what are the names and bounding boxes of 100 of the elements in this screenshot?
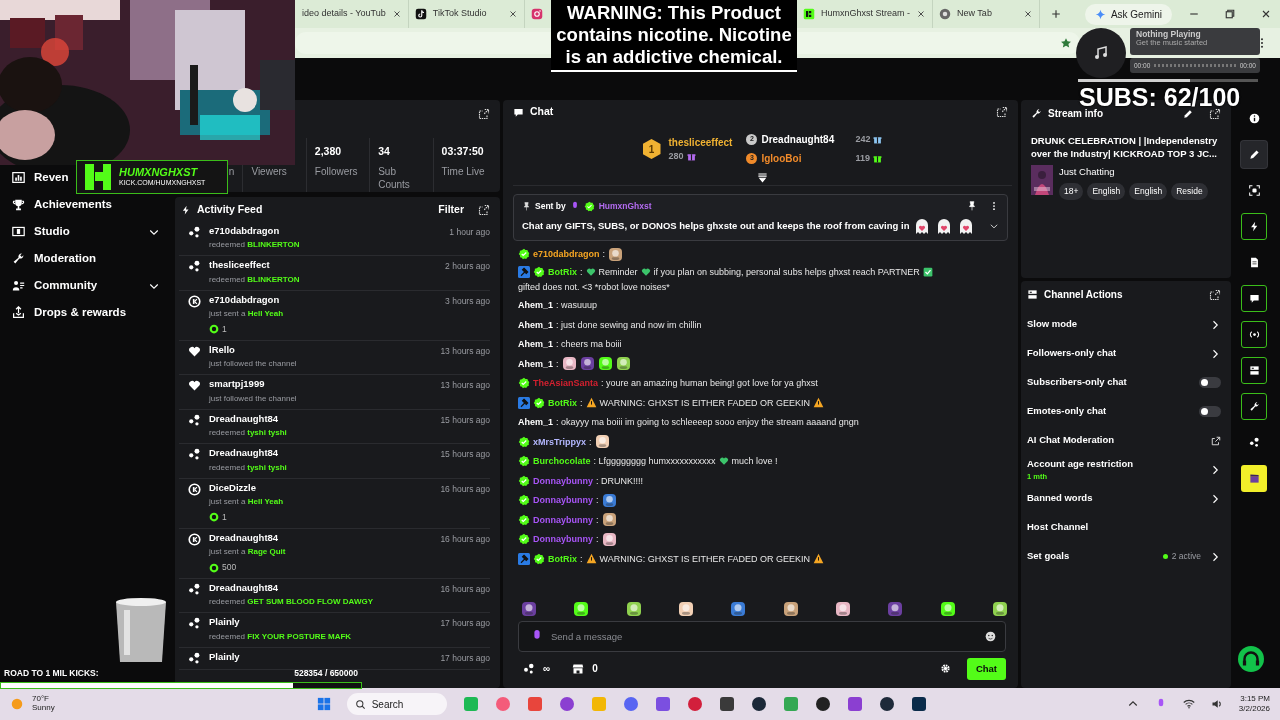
- restore-icon[interactable]: [1224, 8, 1236, 20]
- speaker-icon[interactable]: [1210, 698, 1223, 710]
- bookmark-star-icon[interactable]: [1060, 37, 1072, 49]
- taskbar-app-icon[interactable]: [814, 696, 831, 712]
- chat-send-button[interactable]: Chat: [966, 657, 1006, 680]
- chat-username[interactable]: Donnaybunny: [533, 494, 593, 507]
- channel-action-row[interactable]: Banned words: [1027, 484, 1221, 513]
- pencil-icon[interactable]: [1183, 108, 1193, 119]
- chat-username[interactable]: Ahem_1: [518, 318, 553, 331]
- tag-pill[interactable]: English: [1087, 182, 1126, 200]
- message-input[interactable]: Send a message: [518, 620, 1006, 652]
- chat-icon: [1248, 293, 1260, 304]
- toggle-switch[interactable]: [1199, 406, 1221, 417]
- emote-icon: [939, 600, 956, 617]
- sidebar-item[interactable]: Reven: [0, 164, 71, 191]
- new-tab-icon[interactable]: [1050, 8, 1063, 20]
- chat-username[interactable]: e710dabdragon: [533, 248, 600, 261]
- chat-username[interactable]: Ahem_1: [518, 338, 553, 351]
- weather-text: Sunny: [32, 704, 55, 713]
- chat-username[interactable]: BotRix: [548, 396, 577, 409]
- chat-username[interactable]: xMrsTrippyx: [533, 435, 587, 448]
- sidebar-button[interactable]: [1241, 357, 1267, 384]
- chat-username[interactable]: Ahem_1: [518, 357, 553, 370]
- temperature: 70°F: [32, 695, 50, 704]
- chat-username[interactable]: Donnaybunny: [533, 474, 593, 487]
- channel-action-row[interactable]: Followers-only chat: [1027, 339, 1221, 368]
- sidebar-button[interactable]: [1241, 213, 1267, 240]
- tag-pill[interactable]: 18+: [1059, 182, 1084, 200]
- start-icon[interactable]: [316, 697, 331, 711]
- pin-icon[interactable]: [967, 201, 977, 212]
- channel-action-row[interactable]: AI Chat Moderation: [1027, 426, 1221, 455]
- ask-gemini-button[interactable]: Ask Gemini: [1084, 3, 1172, 25]
- taskbar-app-icon[interactable]: [910, 696, 927, 712]
- popout-icon[interactable]: [1209, 288, 1221, 301]
- dots-icon: [188, 617, 201, 631]
- emote-icon: [601, 531, 617, 547]
- chat-username[interactable]: Ahem_1: [518, 299, 553, 312]
- chat-message: :: [580, 396, 583, 409]
- taskbar-search[interactable]: Search: [346, 693, 447, 715]
- sidebar-item[interactable]: Moderation: [0, 245, 98, 272]
- taskbar-app-icon[interactable]: [718, 696, 735, 712]
- gift-count: 242: [855, 132, 871, 146]
- dots-icon: [523, 662, 535, 675]
- sidebar-item[interactable]: Drops & rewards: [0, 299, 129, 326]
- chat-message: : okayyy ma boiii im going to schleeeep sooo enjoy the stream aaaand gngn: [556, 416, 859, 429]
- channel-action-row[interactable]: Host Channel: [1027, 513, 1221, 542]
- sidebar-button[interactable]: [1241, 321, 1267, 348]
- close-tab-icon[interactable]: [1023, 9, 1034, 19]
- activity-description: redeemed tyshi tyshi: [209, 427, 288, 440]
- sidebar-item[interactable]: Achievements: [0, 191, 114, 218]
- popout-icon[interactable]: [478, 108, 490, 120]
- chat-message: Reminder: [598, 266, 638, 279]
- activity-description: just followed the channel: [209, 392, 298, 405]
- close-window-icon[interactable]: [1260, 8, 1272, 20]
- wifi-icon[interactable]: [1182, 698, 1195, 710]
- sidebar-button[interactable]: [1241, 465, 1267, 492]
- tag-pill[interactable]: Reside: [1171, 182, 1208, 200]
- sidebar-button[interactable]: [1241, 141, 1267, 168]
- close-tab-icon[interactable]: [916, 9, 927, 19]
- sun-icon: [10, 697, 24, 711]
- channel-action-row[interactable]: Set goals 2 active: [1027, 542, 1221, 571]
- chat-message: gifted does not. <3 *robot love noises*: [518, 281, 670, 294]
- chat-username[interactable]: Ahem_1: [518, 416, 553, 429]
- points-count: ∞: [543, 662, 551, 677]
- filter-button[interactable]: Filter: [438, 202, 464, 218]
- store-icon[interactable]: [572, 662, 585, 675]
- popout-icon[interactable]: [478, 203, 490, 216]
- channel-action-row[interactable]: Emotes-only chat: [1027, 397, 1221, 426]
- sidebar-item[interactable]: Community: [0, 272, 172, 299]
- chat-username[interactable]: Donnaybunny: [533, 513, 593, 526]
- people-icon: [12, 279, 25, 292]
- sidebar-item[interactable]: Studio: [0, 218, 172, 245]
- tag-pill[interactable]: English: [1129, 182, 1168, 200]
- heart-icon: [718, 456, 729, 467]
- close-tab-icon[interactable]: [391, 9, 402, 19]
- taskbar-app-icon[interactable]: [750, 696, 767, 712]
- chat-username[interactable]: Burchocolate: [533, 455, 591, 468]
- channel-action-row[interactable]: Slow mode: [1027, 310, 1221, 339]
- activity-time: 17 hours ago: [440, 651, 490, 665]
- emoji-icon[interactable]: [985, 630, 996, 642]
- pinned-username: HumxnGhxst: [598, 200, 653, 213]
- pencil-icon: [1248, 149, 1260, 160]
- chat-username[interactable]: Donnaybunny: [533, 533, 593, 546]
- leaderboard-username: IglooBoi: [761, 152, 803, 166]
- sidebar-button[interactable]: [1241, 285, 1267, 312]
- support-button-icon[interactable]: [1238, 646, 1264, 672]
- close-tab-icon[interactable]: [508, 9, 518, 19]
- sidebar-button[interactable]: [1241, 393, 1267, 420]
- channel-action-row[interactable]: Subscribers-only chat: [1027, 368, 1221, 397]
- chat-username[interactable]: BotRix: [548, 552, 577, 565]
- popout-icon[interactable]: [996, 106, 1008, 118]
- activity-username: Dreadnaught84: [209, 413, 279, 425]
- toggle-switch[interactable]: [1199, 377, 1221, 388]
- popout-icon[interactable]: [1209, 107, 1221, 120]
- chat-message: : DRUNK!!!!: [596, 474, 643, 487]
- chat-message: : Lfgggggggg humxxxxxxxxxxx: [593, 455, 716, 468]
- chat-username[interactable]: BotRix: [548, 266, 577, 279]
- emote-icon: [579, 356, 595, 372]
- taskbar-app-icon[interactable]: [878, 696, 895, 712]
- settings-icon[interactable]: [939, 663, 951, 675]
